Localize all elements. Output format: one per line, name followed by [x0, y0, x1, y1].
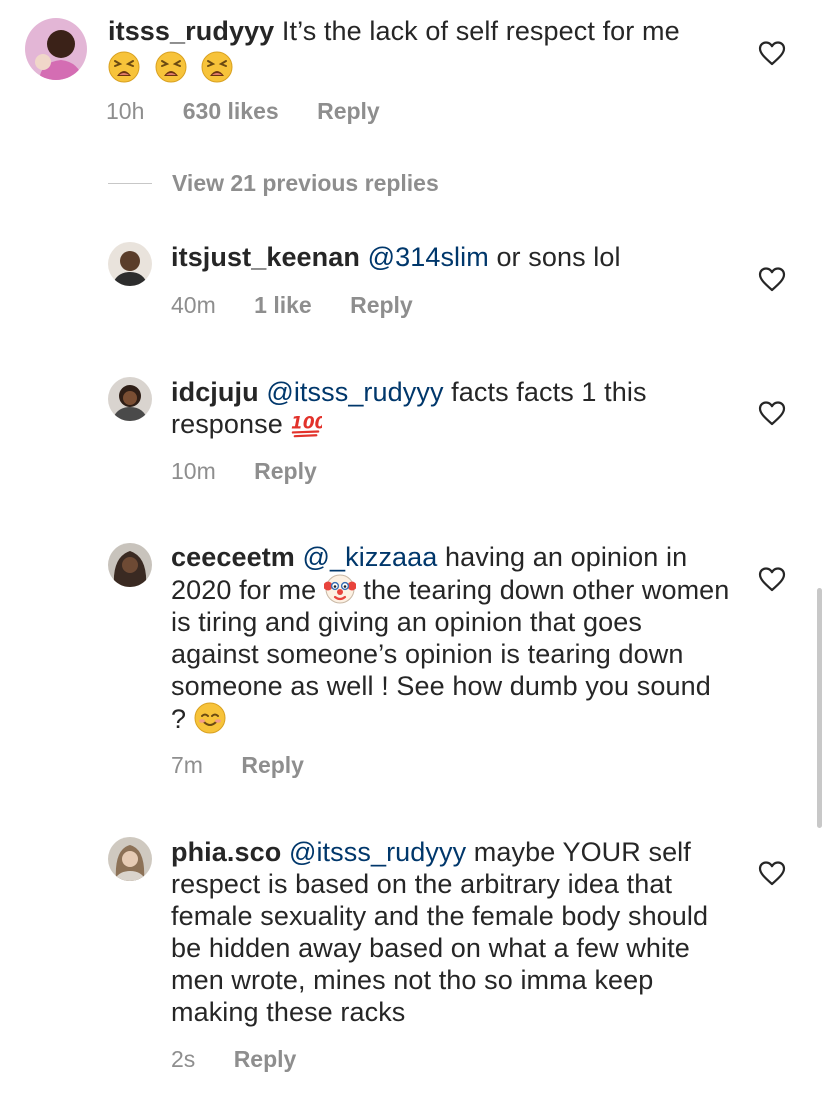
comment-body: It’s the lack of self respect for me	[281, 16, 680, 46]
smiling-face-icon	[194, 702, 226, 734]
divider	[108, 182, 152, 184]
comment-meta: 10h 630 likes Reply	[106, 98, 380, 125]
comment-text: phia.sco @itsss_rudyyy maybe YOUR self r…	[171, 836, 731, 1028]
mention-link[interactable]: @itsss_rudyyy	[266, 377, 443, 407]
username[interactable]: idcjuju	[171, 377, 259, 407]
likes-count[interactable]: 1 like	[254, 292, 312, 319]
reply-button[interactable]: Reply	[317, 98, 380, 125]
comment-meta: 40m 1 like Reply	[171, 292, 413, 319]
comment-meta: 7m Reply	[171, 752, 304, 779]
reply-button[interactable]: Reply	[241, 752, 304, 779]
hundred-points-icon	[290, 409, 322, 439]
avatar[interactable]	[108, 543, 152, 587]
reply-button[interactable]: Reply	[350, 292, 413, 319]
comment-meta: 2s Reply	[171, 1046, 296, 1073]
avatar[interactable]	[108, 377, 152, 421]
comment-text: itsjust_keenan @314slim or sons lol	[171, 241, 741, 273]
timestamp: 7m	[171, 752, 203, 778]
tired-face-icon	[201, 51, 233, 83]
username[interactable]: ceeceetm	[171, 542, 295, 572]
username[interactable]: phia.sco	[171, 837, 281, 867]
comment-body: or sons lol	[488, 242, 621, 272]
heart-icon[interactable]	[758, 400, 786, 426]
heart-icon[interactable]	[758, 566, 786, 592]
timestamp: 10h	[106, 98, 145, 124]
mention-link[interactable]: @_kizzaaa	[303, 542, 438, 572]
reply-button[interactable]: Reply	[234, 1046, 297, 1073]
avatar[interactable]	[25, 18, 87, 80]
heart-icon[interactable]	[758, 266, 786, 292]
tired-face-icon	[108, 51, 140, 83]
mention-link[interactable]: @itsss_rudyyy	[289, 837, 466, 867]
likes-count[interactable]: 630 likes	[183, 98, 279, 125]
avatar[interactable]	[108, 837, 152, 881]
avatar[interactable]	[108, 242, 152, 286]
comment-text: idcjuju @itsss_rudyyy facts facts 1 this…	[171, 376, 731, 440]
timestamp: 2s	[171, 1046, 196, 1072]
tired-face-icon	[155, 51, 187, 83]
username[interactable]: itsjust_keenan	[171, 242, 360, 272]
comment-text: itsss_rudyyy It’s the lack of self respe…	[108, 15, 748, 84]
view-previous-replies[interactable]: View 21 previous replies	[108, 168, 439, 198]
comment-text: ceeceetm @_kizzaaa having an opinion in …	[171, 541, 731, 735]
timestamp: 10m	[171, 458, 216, 484]
reply-button[interactable]: Reply	[254, 458, 317, 485]
timestamp: 40m	[171, 292, 216, 318]
username[interactable]: itsss_rudyyy	[108, 16, 274, 46]
clown-face-icon	[324, 573, 356, 605]
heart-icon[interactable]	[758, 40, 786, 66]
heart-icon[interactable]	[758, 860, 786, 886]
mention-link[interactable]: @314slim	[368, 242, 489, 272]
scrollbar[interactable]	[817, 588, 822, 828]
view-replies-label[interactable]: View 21 previous replies	[172, 170, 439, 197]
comment-meta: 10m Reply	[171, 458, 317, 485]
